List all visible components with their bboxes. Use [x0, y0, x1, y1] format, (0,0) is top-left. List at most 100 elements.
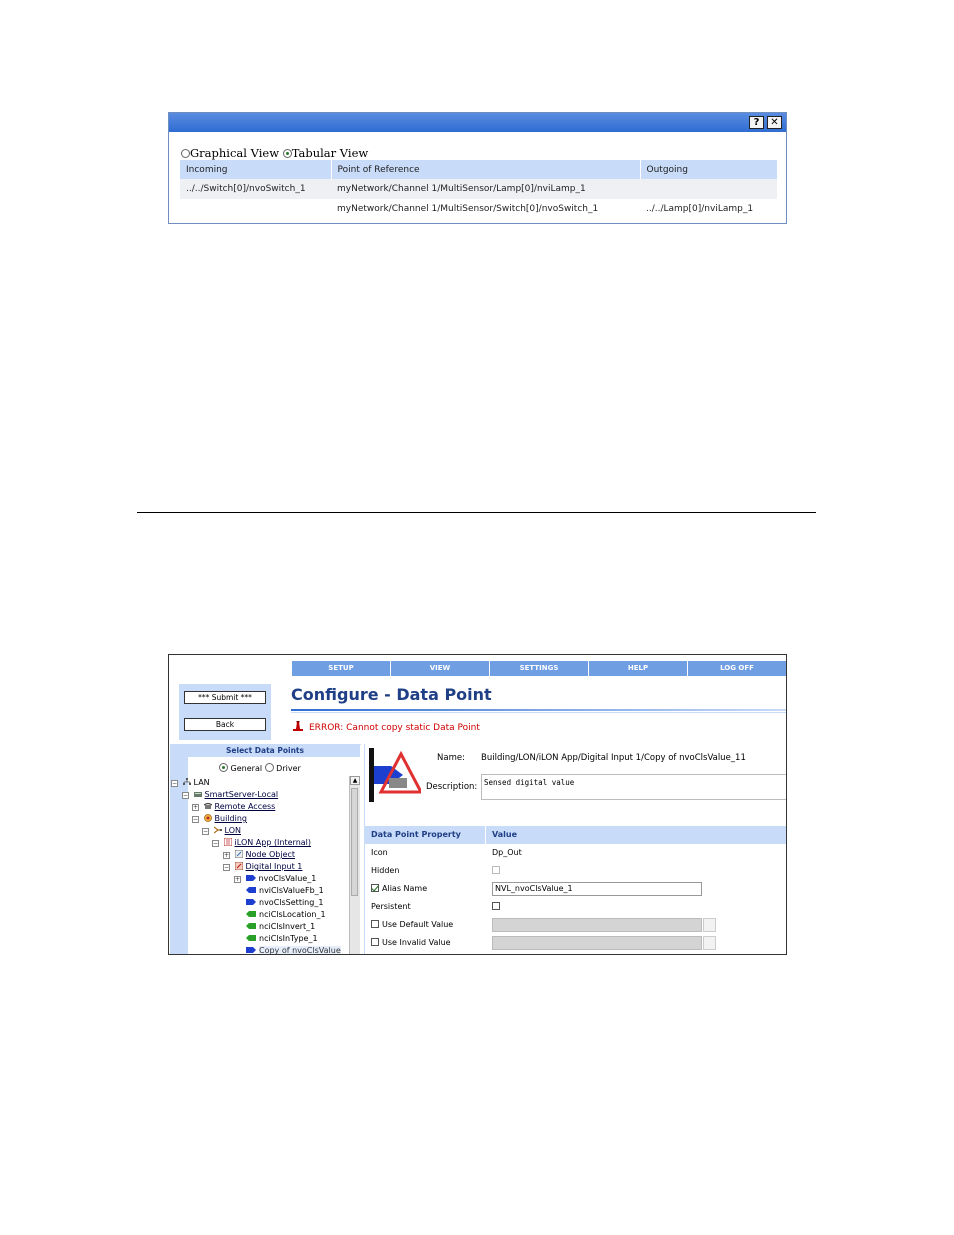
back-button[interactable]: Back: [184, 718, 266, 731]
output-dp-icon: [246, 947, 256, 953]
tree-node-node-object[interactable]: + Node Object: [223, 849, 295, 860]
data-point-form: Name: Building/LON/iLON App/Digital Inpu…: [364, 744, 786, 954]
tree-label: nciClsLocation_1: [259, 910, 326, 919]
tree-label: nvoClsValue_1: [258, 874, 317, 883]
tabular-view-label[interactable]: Tabular View: [292, 146, 369, 160]
alias-row: Alias Name NVL_nvoClsValue_1: [365, 880, 786, 898]
alias-checkbox[interactable]: [371, 884, 379, 892]
driver-label[interactable]: Driver: [276, 764, 301, 773]
use-invalid-row: Use Invalid Value: [365, 934, 786, 952]
tree-node-lon[interactable]: − LON: [202, 825, 241, 836]
general-label[interactable]: General: [231, 764, 263, 773]
close-button[interactable]: ✕: [767, 116, 782, 129]
tree-node-nciClsInvert[interactable]: nciClsInvert_1: [246, 921, 315, 932]
tree-node-remote-access[interactable]: + Remote Access: [192, 801, 275, 812]
help-button[interactable]: ?: [749, 116, 764, 129]
collapse-icon[interactable]: −: [212, 840, 219, 847]
name-value: Building/LON/iLON App/Digital Input 1/Co…: [481, 753, 746, 763]
alias-name-input[interactable]: NVL_nvoClsValue_1: [492, 882, 702, 896]
tree-label: nciClsInvert_1: [259, 922, 316, 931]
driver-radio[interactable]: [264, 763, 274, 772]
default-value-button[interactable]: [703, 918, 716, 932]
page-title: Configure - Data Point: [291, 685, 492, 704]
tree-node-nviClsValueFb[interactable]: nviClsValueFb_1: [246, 885, 324, 896]
hidden-checkbox[interactable]: [492, 866, 500, 874]
persistent-property-label: Persistent: [371, 902, 411, 911]
menu-log-off[interactable]: LOG OFF: [688, 661, 786, 676]
tree-node-building[interactable]: − Building: [192, 813, 247, 824]
collapse-icon[interactable]: −: [182, 792, 189, 799]
general-radio[interactable]: [219, 763, 228, 772]
error-message: ERROR: Cannot copy static Data Point: [293, 721, 480, 733]
persistent-checkbox[interactable]: [492, 902, 500, 910]
config-dp-icon: [246, 911, 256, 917]
tree-node-smartserver[interactable]: − SmartServer-Local: [182, 789, 278, 800]
tree-node-nciClsInType[interactable]: nciClsInType_1: [246, 933, 318, 944]
tree-label: SmartServer-Local: [204, 790, 279, 799]
section-divider: [137, 512, 816, 513]
column-header-incoming: Incoming: [180, 160, 332, 179]
collapse-icon[interactable]: −: [171, 780, 178, 787]
collapse-icon[interactable]: −: [223, 864, 230, 871]
scrollbar-thumb[interactable]: [351, 788, 358, 896]
expand-icon[interactable]: +: [223, 852, 230, 859]
view-selector: Graphical View Tabular View: [181, 146, 368, 160]
tree-node-nvoClsValue[interactable]: + nvoClsValue_1: [234, 873, 316, 884]
table-row[interactable]: ../../Switch[0]/nvoSwitch_1 myNetwork/Ch…: [180, 179, 777, 199]
building-icon: [203, 814, 212, 822]
graphical-view-label[interactable]: Graphical View: [190, 146, 279, 160]
outgoing-cell: [640, 179, 777, 199]
column-header-outgoing: Outgoing: [640, 160, 778, 179]
data-point-icon: [369, 748, 421, 802]
use-invalid-label: Use Invalid Value: [382, 938, 451, 947]
tree-node-digital-input[interactable]: − Digital Input 1: [223, 861, 302, 872]
tabular-view-radio[interactable]: [282, 149, 292, 158]
error-icon: [293, 721, 303, 731]
expand-icon[interactable]: +: [234, 876, 241, 883]
tree-label: nviClsValueFb_1: [259, 886, 324, 895]
server-icon: [193, 792, 202, 797]
column-header-reference: Point of Reference: [331, 160, 641, 179]
graphical-view-radio[interactable]: [181, 149, 190, 158]
use-default-checkbox[interactable]: [371, 920, 379, 928]
menu-settings[interactable]: SETTINGS: [490, 661, 589, 676]
scroll-up-icon[interactable]: ▲: [350, 776, 360, 785]
tree-node-ilon-app[interactable]: − iLON App (Internal): [212, 837, 311, 848]
alias-property-label: Alias Name: [382, 884, 428, 893]
use-invalid-checkbox[interactable]: [371, 938, 379, 946]
app-icon: [223, 838, 232, 846]
tree-label: iLON App (Internal): [234, 838, 312, 847]
tree-label: Node Object: [245, 850, 296, 859]
collapse-icon[interactable]: −: [202, 828, 209, 835]
name-label: Name:: [437, 753, 465, 763]
collapse-icon[interactable]: −: [192, 816, 199, 823]
functional-block-icon: [234, 850, 243, 858]
tree-label: Building: [214, 814, 247, 823]
tree-scrollbar[interactable]: ▲: [349, 776, 360, 954]
table-row[interactable]: myNetwork/Channel 1/MultiSensor/Switch[0…: [180, 199, 777, 219]
error-text: ERROR: Cannot copy static Data Point: [309, 723, 480, 733]
submit-button[interactable]: *** Submit ***: [184, 691, 266, 704]
tree-node-nvoClsSetting[interactable]: nvoClsSetting_1: [246, 897, 323, 908]
default-value-input[interactable]: [492, 918, 702, 932]
incoming-cell: ../../Switch[0]/nvoSwitch_1: [180, 179, 331, 199]
data-point-tree-panel: Select Data Points General Driver − LAN …: [170, 744, 361, 954]
output-dp-icon: [246, 899, 256, 905]
invalid-value-button[interactable]: [703, 936, 716, 950]
tree-node-nciClsLocation[interactable]: nciClsLocation_1: [246, 909, 326, 920]
menu-setup[interactable]: SETUP: [292, 661, 391, 676]
tree-node-copy-selected[interactable]: Copy of nvoClsValue: [246, 945, 341, 954]
reference-cell: myNetwork/Channel 1/MultiSensor/Switch[0…: [331, 199, 640, 219]
icon-property-value: Dp_Out: [492, 848, 522, 857]
expand-icon[interactable]: +: [192, 804, 199, 811]
tree-label: nvoClsSetting_1: [259, 898, 324, 907]
title-underline-secondary: [291, 712, 786, 713]
reference-cell: myNetwork/Channel 1/MultiSensor/Lamp[0]/…: [331, 179, 640, 199]
tree-label: Digital Input 1: [245, 862, 303, 871]
invalid-value-input[interactable]: [492, 936, 702, 950]
menu-help[interactable]: HELP: [589, 661, 688, 676]
menu-view[interactable]: VIEW: [391, 661, 490, 676]
tree-node-lan[interactable]: − LAN: [171, 777, 210, 788]
description-field[interactable]: Sensed digital value: [481, 774, 786, 800]
tree-view-options: General Driver: [219, 763, 301, 773]
